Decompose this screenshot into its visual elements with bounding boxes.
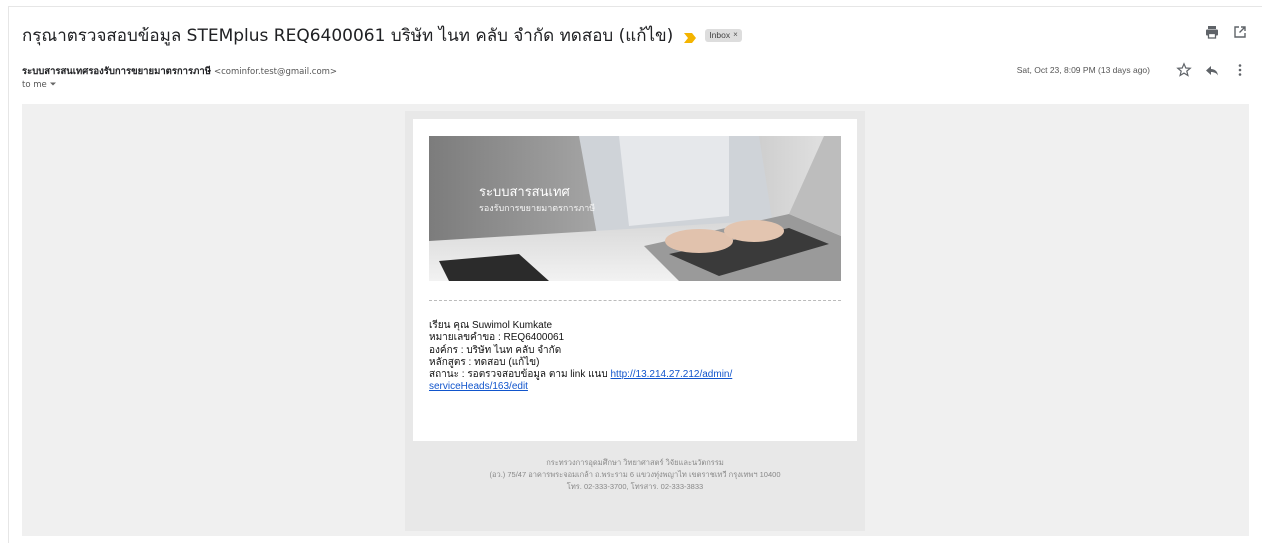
footer-ministry: กระทรวงการอุดมศึกษา วิทยาศาสตร์ วิจัยและ… xyxy=(546,458,724,467)
sender-email: <cominfor.test@gmail.com> xyxy=(214,67,338,77)
star-icon[interactable] xyxy=(1176,62,1192,78)
reply-icon[interactable] xyxy=(1204,62,1220,78)
recipient-text: to me xyxy=(22,80,47,90)
request-number-line: หมายเลขคำขอ : REQ6400061 xyxy=(429,332,565,344)
dashed-divider xyxy=(429,300,841,301)
remove-label-button[interactable]: × xyxy=(733,30,738,39)
sender-name[interactable]: ระบบสารสนเทศรองรับการขยายมาตรการภาษี xyxy=(22,66,211,77)
organization-line: องค์กร : บริษัท ไนท คลับ จำกัด xyxy=(429,344,562,356)
email-card: ระบบสารสนเทศ รองรับการขยายมาตรการภาษี เร… xyxy=(413,119,857,441)
banner-image: ระบบสารสนเทศ รองรับการขยายมาตรการภาษี xyxy=(429,136,841,281)
message-content: เรียน คุณ Suwimol Kumkate หมายเลขคำขอ : … xyxy=(429,320,841,394)
recipient-details-toggle[interactable]: to me xyxy=(22,80,57,90)
banner-title: ระบบสารสนเทศ xyxy=(479,185,571,200)
message-date: Sat, Oct 23, 8:09 PM (13 days ago) xyxy=(1016,65,1150,75)
email-footer: กระทรวงการอุดมศึกษา วิทยาศาสตร์ วิจัยและ… xyxy=(405,457,865,493)
email-subject: กรุณาตรวจสอบข้อมูล STEMplus REQ6400061 บ… xyxy=(22,25,674,46)
inbox-label-text: Inbox xyxy=(709,29,731,40)
more-vertical-icon[interactable] xyxy=(1232,62,1248,78)
chevron-down-icon xyxy=(49,80,57,90)
footer-phone: โทร. 02-333-3700, โทรสาร. 02-333-3833 xyxy=(566,482,704,491)
inbox-label: Inbox × xyxy=(705,28,742,42)
footer-address: (อว.) 75/47 อาคารพระจอมเกล้า ถ.พระราม 6 … xyxy=(489,470,781,479)
print-icon[interactable] xyxy=(1204,24,1220,40)
email-template: ระบบสารสนเทศ รองรับการขยายมาตรการภาษี เร… xyxy=(405,111,865,531)
sender-line: ระบบสารสนเทศรองรับการขยายมาตรการภาษี <co… xyxy=(22,64,337,79)
subject-row: กรุณาตรวจสอบข้อมูล STEMplus REQ6400061 บ… xyxy=(22,20,742,50)
thread-toolbar xyxy=(1204,24,1248,40)
message-meta: Sat, Oct 23, 8:09 PM (13 days ago) xyxy=(1017,62,1248,78)
status-line: สถานะ : รอตรวจสอบข้อมูล ตาม link แนบ htt… xyxy=(429,369,841,394)
banner-subtitle: รองรับการขยายมาตรการภาษี xyxy=(479,203,595,214)
status-link-continued[interactable]: serviceHeads/163/edit xyxy=(429,381,528,392)
greeting-line: เรียน คุณ Suwimol Kumkate xyxy=(429,320,553,331)
open-in-new-window-icon[interactable] xyxy=(1232,24,1248,40)
course-line: หลักสูตร : ทดสอบ (แก้ไข) xyxy=(429,356,540,368)
status-text: สถานะ : รอตรวจสอบข้อมูล ตาม link แนบ xyxy=(429,369,611,381)
status-link[interactable]: http://13.214.27.212/admin/ xyxy=(611,369,733,380)
email-body: ระบบสารสนเทศ รองรับการขยายมาตรการภาษี เร… xyxy=(22,104,1249,536)
important-marker-icon[interactable] xyxy=(683,29,697,43)
